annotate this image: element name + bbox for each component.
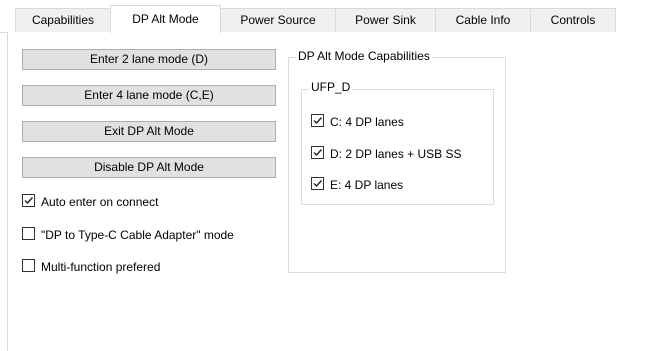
- checkbox-unchecked-icon[interactable]: [22, 227, 35, 241]
- cap-d-checkbox[interactable]: D: 2 DP lanes + USB SS: [311, 145, 462, 161]
- cap-c-checkbox[interactable]: C: 4 DP lanes: [311, 113, 404, 129]
- auto-enter-checkbox[interactable]: Auto enter on connect: [22, 193, 158, 209]
- checkbox-unchecked-icon[interactable]: [22, 259, 35, 273]
- cable-adapter-mode-checkbox[interactable]: "DP to Type-C Cable Adapter" mode: [22, 226, 234, 242]
- checkbox-checked-icon[interactable]: [22, 194, 35, 208]
- checkbox-checked-icon[interactable]: [311, 177, 324, 191]
- tab-power-sink[interactable]: Power Sink: [335, 8, 436, 32]
- ufp-d-title: UFP_D: [309, 80, 353, 94]
- cap-e-checkbox[interactable]: E: 4 DP lanes: [311, 176, 403, 192]
- checkbox-checked-icon[interactable]: [311, 146, 324, 160]
- auto-enter-label: Auto enter on connect: [41, 194, 159, 209]
- checkbox-checked-icon[interactable]: [311, 114, 324, 128]
- multi-function-label: Multi-function prefered: [41, 259, 161, 274]
- enter-2-lane-button[interactable]: Enter 2 lane mode (D): [22, 49, 276, 70]
- tab-capabilities[interactable]: Capabilities: [15, 8, 111, 32]
- cap-e-label: E: 4 DP lanes: [330, 177, 404, 192]
- cable-adapter-mode-label: "DP to Type-C Cable Adapter" mode: [41, 227, 234, 242]
- tab-strip: Capabilities DP Alt Mode Power Source Po…: [0, 0, 645, 33]
- dp-alt-mode-capabilities-title: DP Alt Mode Capabilities: [296, 49, 432, 63]
- multi-function-checkbox[interactable]: Multi-function prefered: [22, 258, 160, 274]
- dp-alt-mode-window: Capabilities DP Alt Mode Power Source Po…: [0, 0, 645, 351]
- tab-cable-info[interactable]: Cable Info: [435, 8, 531, 32]
- tab-power-source[interactable]: Power Source: [220, 8, 336, 32]
- tab-dp-alt-mode[interactable]: DP Alt Mode: [110, 5, 221, 33]
- cap-c-label: C: 4 DP lanes: [330, 114, 404, 129]
- cap-d-label: D: 2 DP lanes + USB SS: [330, 146, 462, 161]
- disable-dp-alt-mode-button[interactable]: Disable DP Alt Mode: [22, 157, 276, 178]
- enter-4-lane-button[interactable]: Enter 4 lane mode (C,E): [22, 85, 276, 106]
- exit-dp-alt-mode-button[interactable]: Exit DP Alt Mode: [22, 121, 276, 142]
- tab-controls[interactable]: Controls: [530, 8, 616, 32]
